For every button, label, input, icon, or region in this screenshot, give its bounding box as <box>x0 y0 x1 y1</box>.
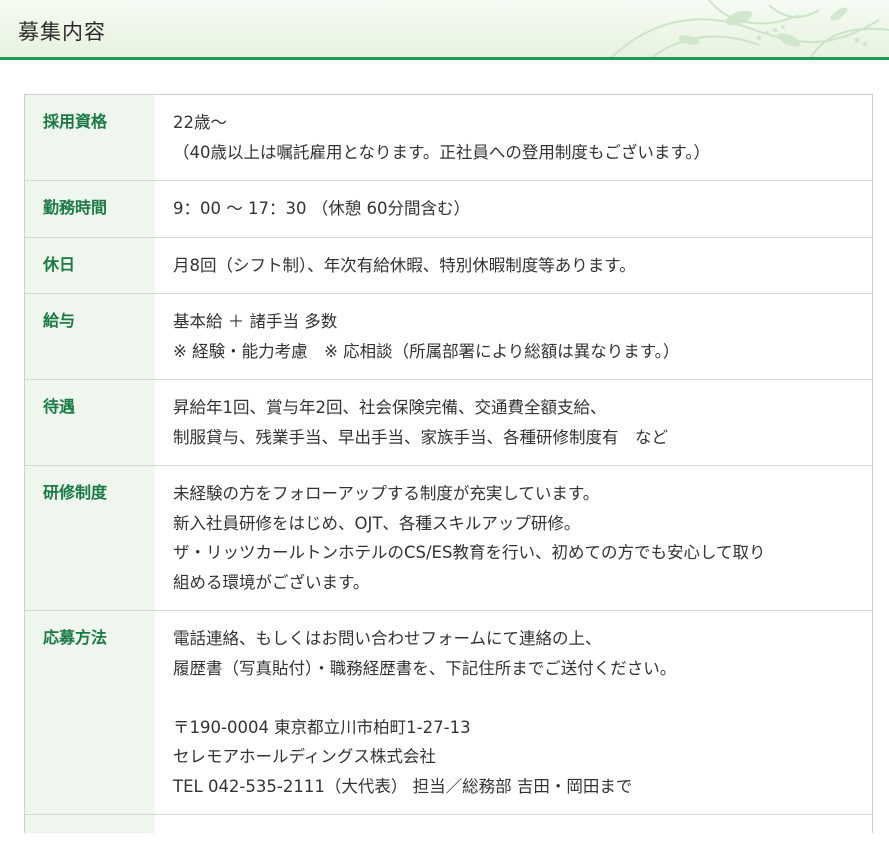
value-line: 電話連絡、もしくはお問い合わせフォームにて連絡の上、 <box>173 629 602 648</box>
floral-ornament-icon <box>610 0 889 57</box>
value-line: 組める環境がございます。 <box>173 572 370 592</box>
row-value: 未経験の方をフォローアップする制度が充実しています。 新入社員研修をはじめ、OJ… <box>155 466 872 610</box>
recruitment-table: 採用資格 22歳～ （40歳以上は嘱託雇用となります。正社員への登用制度もござい… <box>24 94 873 833</box>
table-row-application: 応募方法 電話連絡、もしくはお問い合わせフォームにて連絡の上、 履歴書（写真貼付… <box>25 611 872 815</box>
value-line: セレモアホールディングス株式会社 <box>173 747 436 766</box>
value-line: 基本給 ＋ 諸手当 多数 <box>173 312 338 331</box>
value-line: ザ・リッツカールトンホテルのCS/ES教育を行い、初めての方でも安心して取り <box>173 543 766 562</box>
row-value: 22歳～ （40歳以上は嘱託雇用となります。正社員への登用制度もございます。） <box>155 95 872 180</box>
value-line: 月8回（シフト制）、年次有給休暇、特別休暇制度等あります。 <box>173 255 636 275</box>
table-row-salary: 給与 基本給 ＋ 諸手当 多数 ※ 経験・能力考慮 ※ 応相談（所属部署により総… <box>25 294 872 380</box>
value-line: TEL 042-535-2111（大代表） 担当／総務部 吉田・岡田まで <box>173 776 633 796</box>
table-row-next-partial <box>25 815 872 833</box>
row-label: 待遇 <box>25 380 155 465</box>
section-title: 募集内容 <box>18 20 106 44</box>
value-line: 新入社員研修をはじめ、OJT、各種スキルアップ研修。 <box>173 513 581 533</box>
value-line: 9：00 ～ 17：30 （休憩 60分間含む） <box>173 199 470 218</box>
table-row-benefits: 待遇 昇給年1回、賞与年2回、社会保険完備、交通費全額支給、 制服貸与、残業手当… <box>25 380 872 466</box>
row-label: 応募方法 <box>25 611 155 814</box>
value-line: 22歳～ <box>173 113 227 132</box>
value-line: 履歴書（写真貼付）・職務経歴書を、下記住所までご送付ください。 <box>173 658 677 678</box>
row-label: 採用資格 <box>25 95 155 180</box>
section-header: 募集内容 <box>0 0 889 60</box>
row-value: 9：00 ～ 17：30 （休憩 60分間含む） <box>155 181 872 237</box>
value-line: 制服貸与、残業手当、早出手当、家族手当、各種研修制度有 など <box>173 427 668 447</box>
row-label: 勤務時間 <box>25 181 155 237</box>
table-row-training: 研修制度 未経験の方をフォローアップする制度が充実しています。 新入社員研修をは… <box>25 466 872 611</box>
value-line: 〒190-0004 東京都立川市柏町1-27-13 <box>173 717 471 737</box>
row-value: 昇給年1回、賞与年2回、社会保険完備、交通費全額支給、 制服貸与、残業手当、早出… <box>155 380 872 465</box>
row-label: 休日 <box>25 237 155 293</box>
row-value-partial <box>155 815 872 841</box>
value-line: （40歳以上は嘱託雇用となります。正社員への登用制度もございます。） <box>173 142 710 162</box>
value-line: 昇給年1回、賞与年2回、社会保険完備、交通費全額支給、 <box>173 398 607 417</box>
value-line-blank <box>173 683 856 713</box>
table-row-working-hours: 勤務時間 9：00 ～ 17：30 （休憩 60分間含む） <box>25 181 872 238</box>
value-line: ※ 経験・能力考慮 ※ 応相談（所属部署により総額は異なります。） <box>173 341 680 361</box>
row-label: 研修制度 <box>25 466 155 610</box>
row-label-partial <box>25 815 155 833</box>
row-value: 月8回（シフト制）、年次有給休暇、特別休暇制度等あります。 <box>155 238 872 294</box>
table-row-qualification: 採用資格 22歳～ （40歳以上は嘱託雇用となります。正社員への登用制度もござい… <box>25 95 872 181</box>
table-row-holidays: 休日 月8回（シフト制）、年次有給休暇、特別休暇制度等あります。 <box>25 237 872 294</box>
row-value: 基本給 ＋ 諸手当 多数 ※ 経験・能力考慮 ※ 応相談（所属部署により総額は異… <box>155 294 872 379</box>
value-line: 未経験の方をフォローアップする制度が充実しています。 <box>173 484 600 503</box>
row-label: 給与 <box>25 294 155 379</box>
row-value: 電話連絡、もしくはお問い合わせフォームにて連絡の上、 履歴書（写真貼付）・職務経… <box>155 611 872 814</box>
